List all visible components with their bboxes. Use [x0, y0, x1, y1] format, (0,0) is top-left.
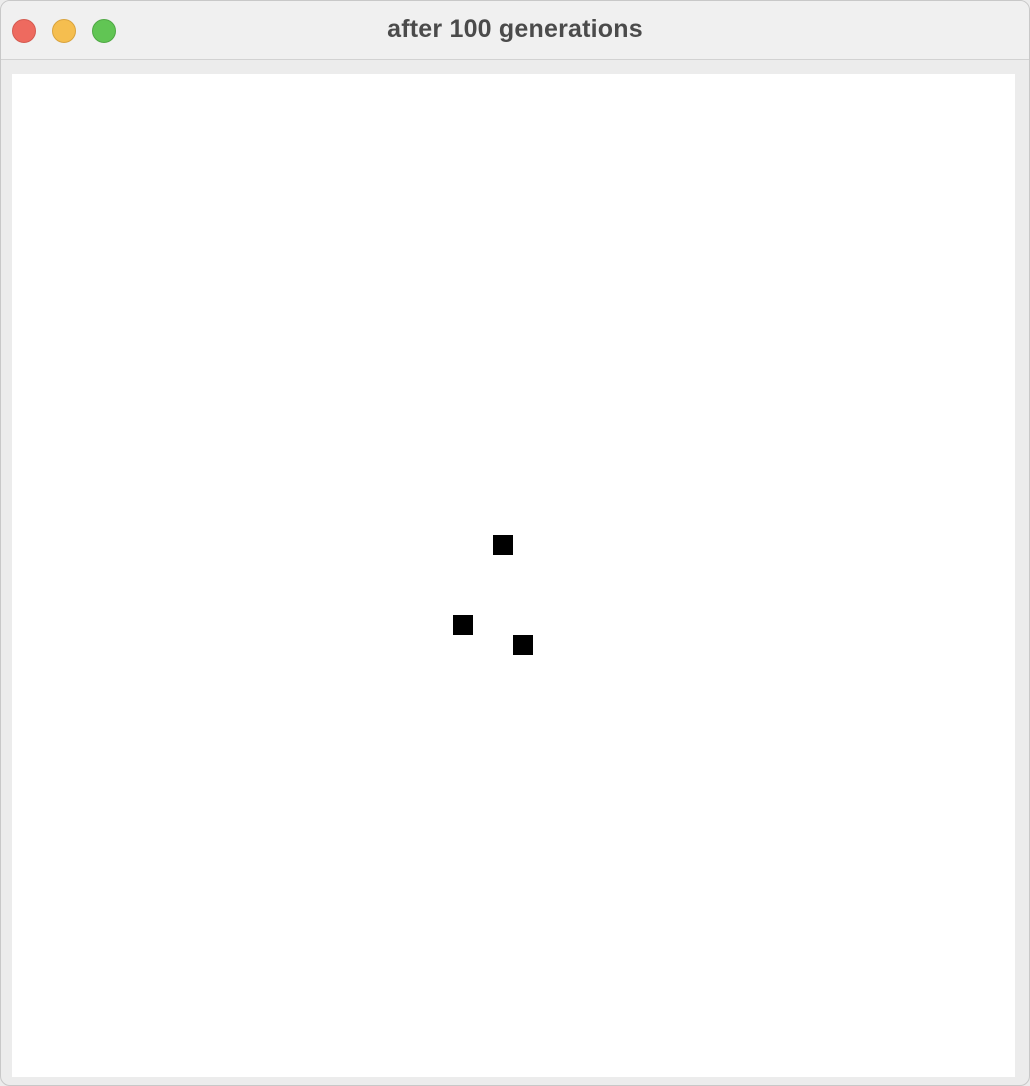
- title-bar[interactable]: after 100 generations: [1, 1, 1029, 60]
- window-title: after 100 generations: [387, 15, 643, 43]
- game-canvas[interactable]: [12, 74, 1015, 1077]
- app-window: after 100 generations: [0, 0, 1030, 1086]
- live-cell: [453, 615, 473, 635]
- live-cell: [493, 535, 513, 555]
- live-cell: [513, 635, 533, 655]
